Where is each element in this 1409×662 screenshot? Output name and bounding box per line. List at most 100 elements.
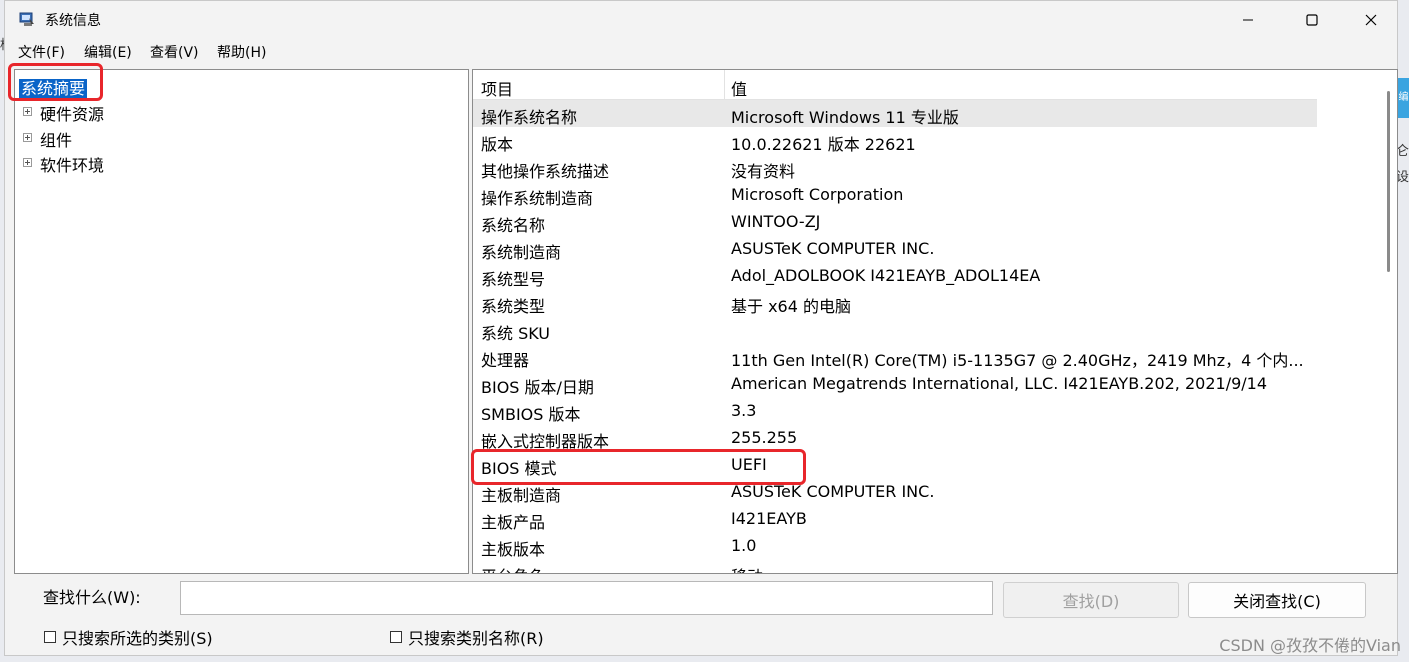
cell-item: 系统 SKU [481,324,551,343]
cell-item: 其他操作系统描述 [481,162,610,181]
title-bar: 系统信息 [5,1,1397,39]
expand-icon[interactable] [23,158,32,167]
cell-value: 255.255 [731,428,798,447]
cell-item: 处理器 [481,351,530,370]
tree-item-label: 组件 [40,131,73,150]
find-what-input[interactable] [180,581,993,615]
cell-item: BIOS 版本/日期 [481,378,594,397]
cell-value: 3.3 [731,401,757,420]
menu-help[interactable]: 帮助(H) [217,42,266,62]
edge-badge: 编 [1398,78,1409,118]
tree-item-label: 软件环境 [40,156,105,175]
table-row[interactable]: 主板产品 I421EAYB [473,505,1317,532]
tree-item-software-environment[interactable]: 软件环境 [23,152,104,176]
column-divider[interactable] [724,70,725,99]
window-title: 系统信息 [45,13,101,29]
table-row[interactable]: 操作系统名称 Microsoft Windows 11 专业版 [473,100,1317,127]
cell-item: 操作系统名称 [481,108,578,127]
table-row[interactable]: 版本 10.0.22621 版本 22621 [473,127,1317,154]
cell-item: 系统型号 [481,270,546,289]
menu-bar: 文件(F) 编辑(E) 查看(V) 帮助(H) [5,41,1397,63]
cell-value: 基于 x64 的电脑 [731,297,852,316]
edge-badge-label: 编 [1398,92,1409,103]
column-header-item[interactable]: 项目 [481,76,513,100]
cell-value: ASUSTeK COMPUTER INC. [731,239,935,258]
only-selected-category-checkbox[interactable]: 只搜索所选的类别(S) [44,625,213,649]
tree-item-hardware-resources[interactable]: 硬件资源 [23,101,104,125]
cell-value: 1.0 [731,536,757,555]
checkbox-label: 只搜索所选的类别(S) [62,629,213,648]
menu-edit[interactable]: 编辑(E) [84,42,132,62]
cell-value: Microsoft Corporation [731,185,904,204]
find-button[interactable]: 查找(D) [1003,582,1179,618]
find-what-label: 查找什么(W): [43,588,141,607]
cell-item: 平台角色 [481,563,545,573]
expand-icon[interactable] [23,107,32,116]
cell-value: WINTOO-ZJ [731,212,821,231]
cell-item: 操作系统制造商 [481,189,594,208]
table-row[interactable]: 主板制造商 ASUSTeK COMPUTER INC. [473,478,1317,505]
checkbox-box[interactable] [390,631,402,643]
watermark: CSDN @孜孜不倦的Vian [1219,636,1401,655]
cell-item: 系统名称 [481,216,546,235]
system-info-window: 系统信息 文件(F) 编辑(E) 查看(V) 帮助(H) 系统摘要 硬件资源 组… [4,0,1398,656]
cell-value: UEFI [731,455,767,474]
cell-value: American Megatrends International, LLC. … [731,374,1268,393]
table-row[interactable]: 操作系统制造商 Microsoft Corporation [473,181,1317,208]
maximize-button[interactable] [1289,1,1335,39]
tree-item-components[interactable]: 组件 [23,127,72,151]
column-header-value[interactable]: 值 [731,76,747,100]
table-row[interactable]: 系统类型 基于 x64 的电脑 [473,289,1317,316]
cell-item: 版本 [481,135,514,154]
minimize-icon [1243,19,1253,21]
cell-item: 系统类型 [481,297,546,316]
cell-value: 没有资料 [731,162,796,181]
table-row[interactable]: 平台角色 移动 [473,559,1317,573]
table-row[interactable]: 嵌入式控制器版本 255.255 [473,424,1317,451]
table-row[interactable]: 系统 SKU [473,316,1317,343]
table-row[interactable]: 系统名称 WINTOO-ZJ [473,208,1317,235]
tree-item-label: 系统摘要 [19,79,88,98]
cell-item: BIOS 模式 [481,459,557,478]
details-table: 项目 值 操作系统名称 Microsoft Windows 11 专业版版本 10.… [472,69,1398,574]
table-row[interactable]: BIOS 模式 UEFI [473,451,1317,478]
tree-item-system-summary[interactable]: 系统摘要 [19,75,88,99]
cell-value: I421EAYB [731,509,807,528]
cell-value: Adol_ADOLBOOK I421EAYB_ADOL14EA [731,266,1041,285]
close-button[interactable] [1348,1,1394,39]
cell-value: 11th Gen Intel(R) Core(TM) i5-1135G7 @ 2… [731,351,1304,370]
cell-value: 10.0.22621 版本 22621 [731,135,916,154]
table-row[interactable]: SMBIOS 版本 3.3 [473,397,1317,424]
maximize-icon [1306,14,1318,26]
scrollbar-thumb[interactable] [1387,91,1390,272]
category-tree: 系统摘要 硬件资源 组件 软件环境 [14,69,469,574]
table-row[interactable]: BIOS 版本/日期 American Megatrends Internatio… [473,370,1317,397]
system-info-icon [19,12,34,26]
close-find-button[interactable]: 关闭查找(C) [1188,582,1366,618]
table-row[interactable]: 系统型号 Adol_ADOLBOOK I421EAYB_ADOL14EA [473,262,1317,289]
cell-item: 嵌入式控制器版本 [481,432,610,451]
vertical-scrollbar[interactable] [1381,70,1397,573]
minimize-button[interactable] [1225,1,1271,39]
cell-value: Microsoft Windows 11 专业版 [731,108,959,127]
close-icon [1365,14,1377,26]
expand-icon[interactable] [23,133,32,142]
table-row[interactable]: 主板版本 1.0 [473,532,1317,559]
table-header: 项目 值 [473,70,1317,100]
tree-item-label: 硬件资源 [40,105,105,124]
cell-item: 主板制造商 [481,486,562,505]
cell-item: SMBIOS 版本 [481,405,581,424]
cell-value: ASUSTeK COMPUTER INC. [731,482,935,501]
menu-file[interactable]: 文件(F) [18,42,65,62]
checkbox-label: 只搜索类别名称(R) [408,629,544,648]
cell-item: 系统制造商 [481,243,562,262]
only-category-names-checkbox[interactable]: 只搜索类别名称(R) [390,625,544,649]
cell-value: 移动 [731,563,1317,573]
cell-item: 主板产品 [481,513,546,532]
table-row[interactable]: 处理器 11th Gen Intel(R) Core(TM) i5-1135G7 … [473,343,1317,370]
table-row[interactable]: 系统制造商 ASUSTeK COMPUTER INC. [473,235,1317,262]
menu-view[interactable]: 查看(V) [150,42,199,62]
table-row[interactable]: 其他操作系统描述 没有资料 [473,154,1317,181]
checkbox-box[interactable] [44,631,56,643]
cell-item: 主板版本 [481,540,546,559]
